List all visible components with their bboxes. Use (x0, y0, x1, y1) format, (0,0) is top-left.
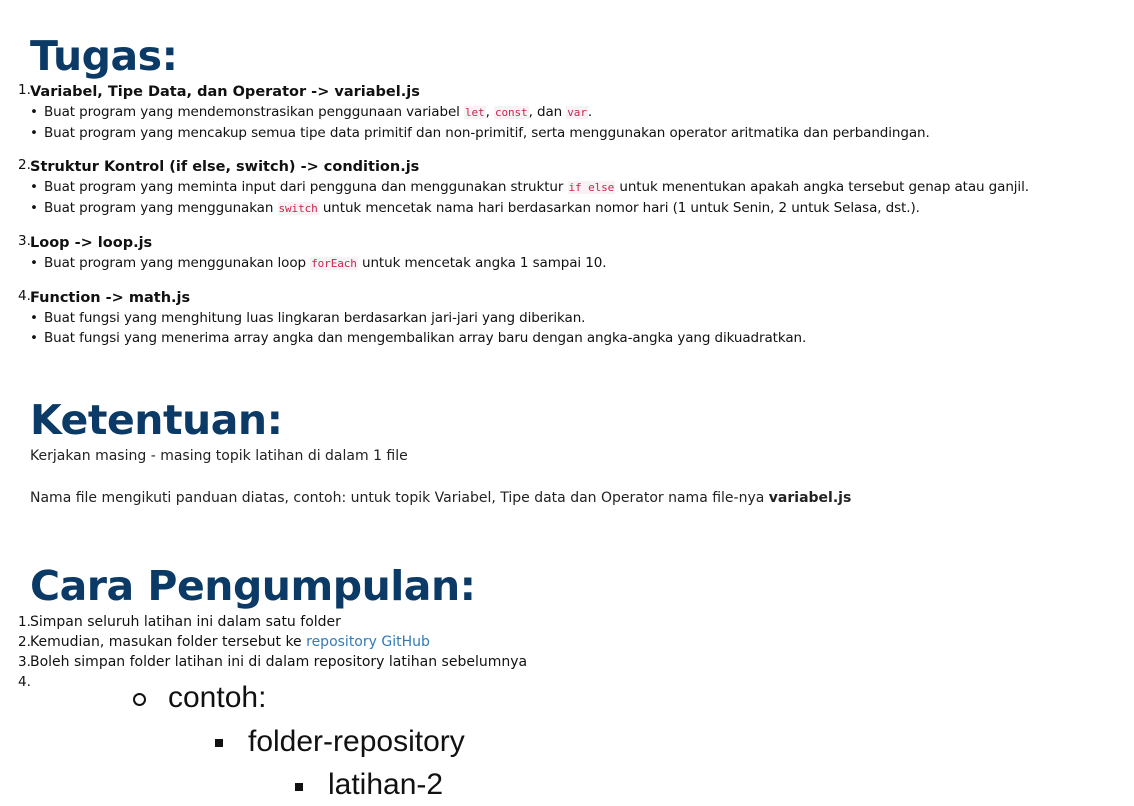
document: Tugas: Variabel, Tipe Data, dan Operator… (18, 30, 1120, 692)
code-if-else: if else (567, 181, 616, 194)
task-bullet: Buat program yang mencakup semua tipe da… (30, 123, 1120, 143)
rule-text: Nama file mengikuti panduan diatas, cont… (30, 490, 852, 506)
task-bullets: Buat program yang menggunakan loop forEa… (30, 253, 1120, 274)
section-ketentuan: Ketentuan: Kerjakan masing - masing topi… (30, 394, 1120, 508)
code-var: var (566, 106, 588, 119)
task-title: Loop -> loop.js (30, 235, 153, 251)
task-bullets: Buat fungsi yang menghitung luas lingkar… (30, 308, 1120, 348)
code-switch: switch (277, 202, 319, 215)
task-bullet: Buat program yang mendemonstrasikan peng… (30, 102, 1120, 123)
task-list: Variabel, Tipe Data, dan Operator -> var… (18, 82, 1120, 348)
code-let: let (464, 106, 486, 119)
code-const: const (493, 106, 529, 119)
code-foreach: forEach (310, 257, 358, 270)
heading-ketentuan: Ketentuan: (30, 396, 283, 444)
tree-level-1: contoh: (168, 681, 267, 714)
task-item: Struktur Kontrol (if else, switch) -> co… (18, 157, 1120, 219)
step-item: Simpan seluruh latihan ini dalam satu fo… (18, 612, 341, 632)
github-repository-link[interactable]: repository GitHub (306, 634, 430, 650)
circle-bullet-icon (133, 693, 146, 706)
step-item: Kemudian, masukan folder tersebut ke rep… (18, 632, 430, 652)
filename-example: variabel.js (768, 490, 852, 506)
heading-tugas: Tugas: (30, 32, 178, 80)
step-item: Boleh simpan folder latihan ini di dalam… (18, 652, 528, 672)
task-item: Function -> math.js Buat fungsi yang men… (18, 288, 1120, 348)
task-title: Struktur Kontrol (if else, switch) -> co… (30, 159, 420, 175)
tree-level-3: latihan-2 (328, 768, 444, 801)
task-item: Loop -> loop.js Buat program yang menggu… (18, 233, 1120, 274)
heading-cara-pengumpulan: Cara Pengumpulan: (30, 562, 476, 610)
square-bullet-icon (295, 783, 303, 791)
tree-level-2: folder-repository (248, 725, 465, 758)
task-bullet: Buat fungsi yang menerima array angka da… (30, 328, 1120, 348)
task-bullets: Buat program yang mendemonstrasikan peng… (30, 102, 1120, 143)
task-bullet: Buat fungsi yang menghitung luas lingkar… (30, 308, 1120, 328)
task-bullet: Buat program yang menggunakan loop forEa… (30, 253, 1120, 274)
task-bullets: Buat program yang meminta input dari pen… (30, 177, 1120, 219)
section-cara-pengumpulan: Cara Pengumpulan: Simpan seluruh latihan… (18, 560, 1120, 692)
task-title: Function -> math.js (30, 290, 191, 306)
task-item: Variabel, Tipe Data, dan Operator -> var… (18, 82, 1120, 143)
task-bullet: Buat program yang meminta input dari pen… (30, 177, 1120, 198)
task-bullet: Buat program yang menggunakan switch unt… (30, 198, 1120, 219)
square-bullet-icon (215, 739, 223, 747)
rule-text: Kerjakan masing - masing topik latihan d… (30, 448, 408, 464)
task-title: Variabel, Tipe Data, dan Operator -> var… (30, 84, 420, 100)
